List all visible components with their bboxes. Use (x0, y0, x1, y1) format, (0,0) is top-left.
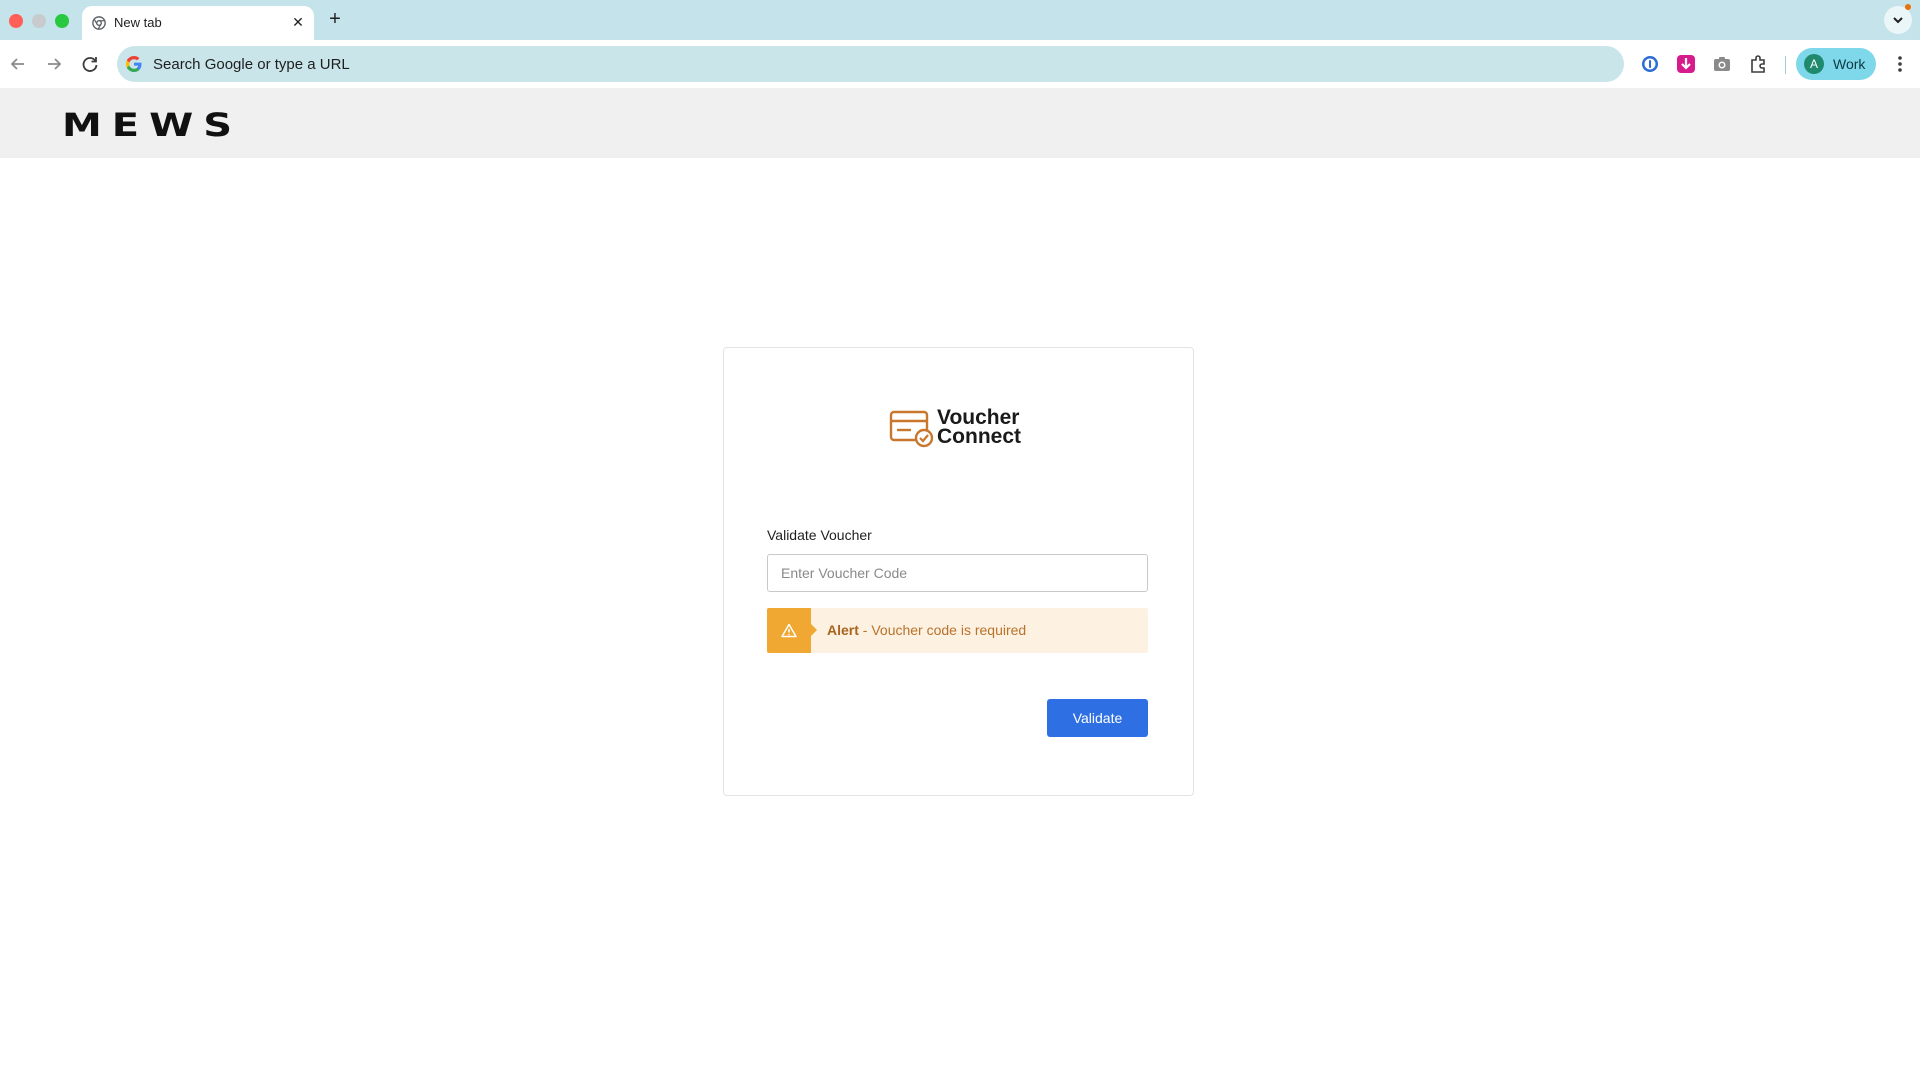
password-manager-icon[interactable] (1639, 53, 1661, 75)
site-header: MEWS (0, 88, 1920, 158)
tab-title: New tab (114, 15, 162, 30)
browser-tab-strip: New tab ✕ + (0, 0, 1920, 40)
window-close-button[interactable] (9, 14, 23, 28)
google-icon (126, 56, 142, 72)
alert-text: - Voucher code is required (858, 622, 1027, 638)
voucher-ticket-icon (889, 410, 934, 448)
avatar: A (1804, 54, 1824, 74)
forward-arrow-icon[interactable] (42, 52, 66, 76)
chevron-down-icon (1893, 17, 1903, 24)
alert-box: Alert - Voucher code is required (767, 608, 1148, 653)
download-extension-icon[interactable] (1675, 53, 1697, 75)
logo-text-connect: Connect (937, 425, 1021, 448)
profile-name: Work (1833, 56, 1866, 72)
address-bar-placeholder: Search Google or type a URL (153, 56, 350, 73)
profile-chip[interactable]: A Work (1796, 48, 1876, 80)
validate-button[interactable]: Validate (1047, 699, 1148, 737)
brand-logo[interactable]: MEWS (62, 106, 242, 144)
voucher-card: Voucher Connect Validate Voucher Alert -… (723, 347, 1194, 796)
validate-voucher-label: Validate Voucher (767, 527, 872, 543)
window-minimize-button[interactable] (32, 14, 46, 28)
reload-icon[interactable] (78, 52, 102, 76)
toolbar-divider (1785, 56, 1786, 74)
voucher-code-input[interactable] (767, 554, 1148, 592)
camera-icon[interactable] (1711, 53, 1733, 75)
alert-icon-box (767, 608, 817, 653)
chrome-icon (92, 16, 106, 30)
browser-toolbar: Search Google or type a URL A Work (0, 40, 1920, 88)
browser-tab[interactable]: New tab ✕ (82, 6, 314, 40)
address-bar[interactable]: Search Google or type a URL (117, 46, 1624, 82)
tab-search-button[interactable] (1884, 6, 1912, 34)
more-menu-icon[interactable] (1888, 52, 1912, 76)
alert-title: Alert (827, 622, 859, 638)
window-maximize-button[interactable] (55, 14, 69, 28)
notification-dot (1905, 4, 1911, 10)
tab-close-icon[interactable]: ✕ (290, 14, 306, 30)
warning-icon (781, 623, 797, 638)
extensions-puzzle-icon[interactable] (1748, 53, 1770, 75)
back-arrow-icon[interactable] (6, 52, 30, 76)
new-tab-button[interactable]: + (324, 8, 346, 30)
voucher-connect-logo: Voucher Connect (889, 406, 1039, 452)
alert-message: Alert - Voucher code is required (827, 622, 1026, 638)
